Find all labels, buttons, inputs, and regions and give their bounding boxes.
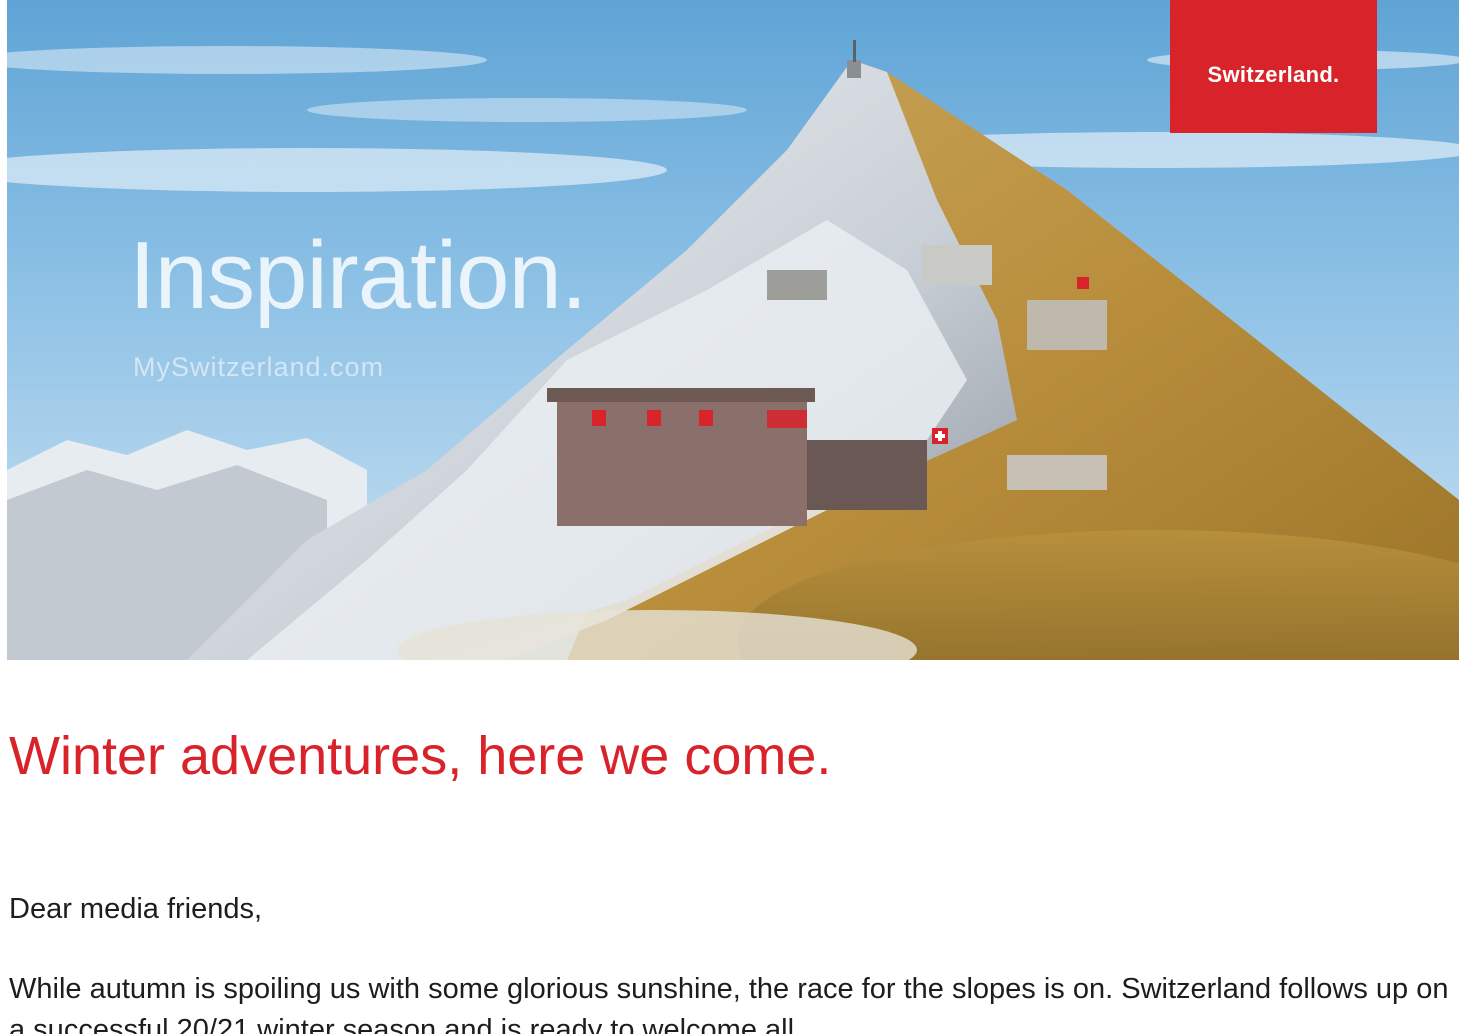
switzerland-logo[interactable]: Switzerland.: [1170, 0, 1377, 133]
salutation: Dear media friends,: [9, 893, 263, 925]
logo-text: Switzerland.: [1207, 62, 1340, 87]
newsletter-page: Inspiration. MySwitzerland.com Switzerla…: [0, 0, 1459, 1034]
article-title: Winter adventures, here we come.: [9, 726, 832, 786]
body-paragraph: While autumn is spoiling us with some gl…: [9, 973, 1449, 1034]
edelweiss-icon: [1239, 0, 1459, 646]
hero-url: MySwitzerland.com: [133, 352, 385, 382]
hero-headline: Inspiration.: [129, 222, 588, 329]
hero-banner[interactable]: Inspiration. MySwitzerland.com Switzerla…: [7, 0, 1459, 660]
